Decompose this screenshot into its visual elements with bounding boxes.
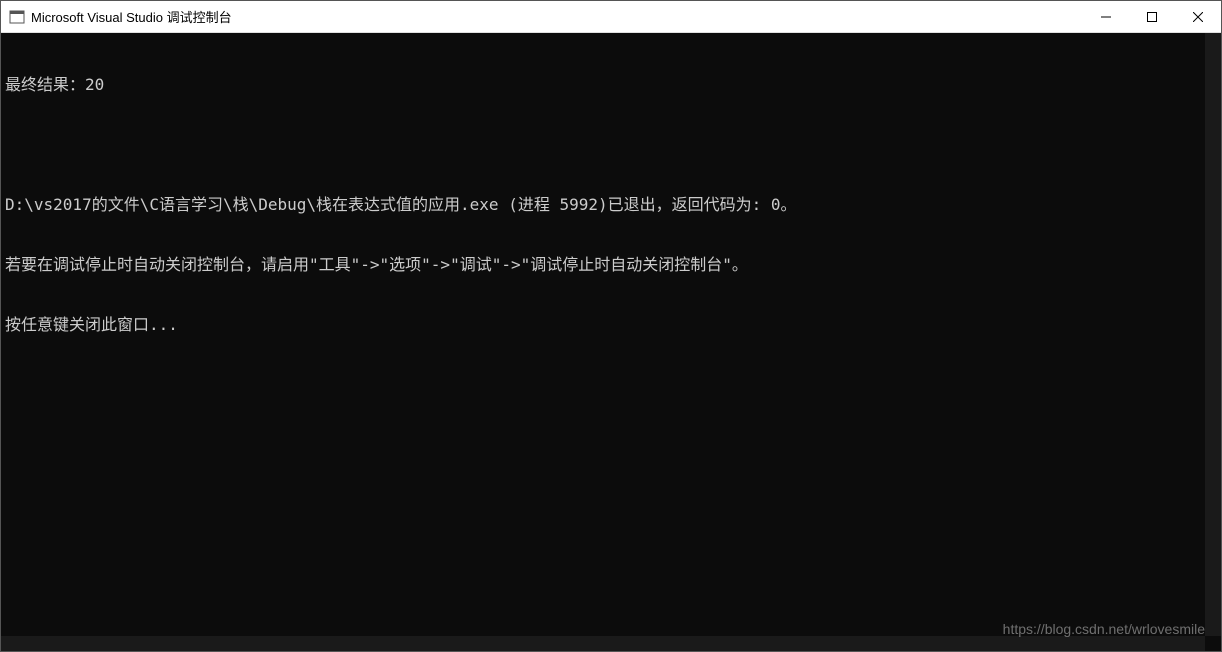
console-icon (9, 9, 25, 25)
title-bar[interactable]: Microsoft Visual Studio 调试控制台 (1, 1, 1221, 33)
output-line (5, 135, 1217, 155)
console-window: Microsoft Visual Studio 调试控制台 最终结果：20 D:… (0, 0, 1222, 652)
minimize-button[interactable] (1083, 1, 1129, 32)
vertical-scrollbar[interactable] (1205, 33, 1221, 636)
maximize-button[interactable] (1129, 1, 1175, 32)
output-line: 若要在调试停止时自动关闭控制台，请启用"工具"->"选项"->"调试"->"调试… (5, 255, 1217, 275)
output-line: 最终结果：20 (5, 75, 1217, 95)
window-controls (1083, 1, 1221, 32)
watermark-text: https://blog.csdn.net/wrlovesmile (1003, 619, 1205, 639)
output-line: 按任意键关闭此窗口... (5, 315, 1217, 335)
console-output[interactable]: 最终结果：20 D:\vs2017的文件\C语言学习\栈\Debug\栈在表达式… (1, 33, 1221, 651)
close-button[interactable] (1175, 1, 1221, 32)
window-title: Microsoft Visual Studio 调试控制台 (31, 7, 1083, 26)
output-line: D:\vs2017的文件\C语言学习\栈\Debug\栈在表达式值的应用.exe… (5, 195, 1217, 215)
